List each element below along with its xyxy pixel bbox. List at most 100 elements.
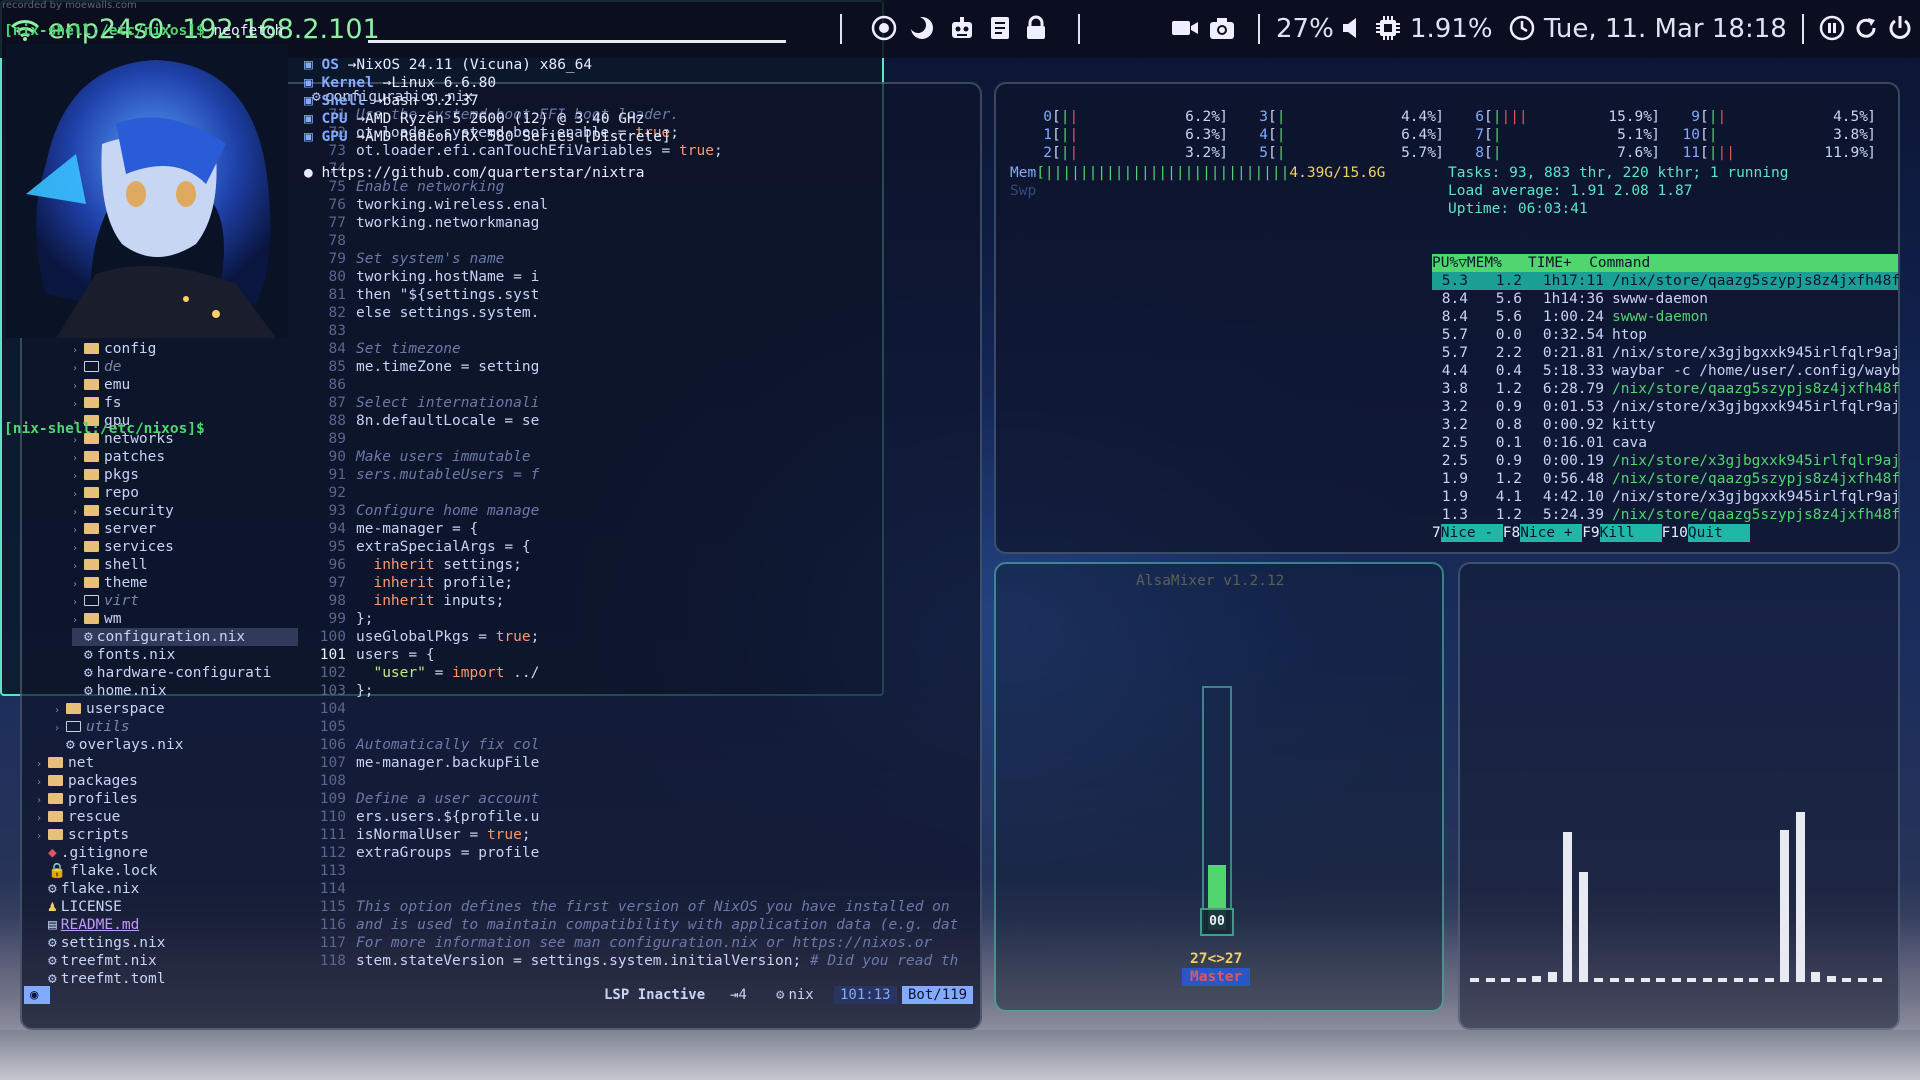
cpu-percent: 7.6% [1617, 145, 1652, 161]
cpu-meter: 8[| 7.6%] [1462, 144, 1660, 162]
sysinfo-key: OS [321, 57, 339, 73]
datetime-label[interactable]: Tue, 11. Mar 18:18 [1544, 14, 1787, 44]
sysinfo-row: ▣ CPU →AMD Ryzen 5 2600 (12) @ 3.40 GHz [304, 110, 645, 128]
tree-item[interactable]: › net [36, 754, 94, 772]
lock-icon[interactable] [1022, 14, 1050, 42]
alsamixer-window[interactable]: AlsaMixer v1.2.12 00 27<>27 Master [994, 562, 1444, 1012]
tree-item[interactable]: › scripts [36, 826, 129, 844]
record-icon[interactable] [870, 14, 898, 42]
prompt-line-2[interactable]: [nix-shell:/etc/nixos]$ [4, 420, 205, 438]
restart-icon[interactable] [1852, 14, 1880, 42]
line-number: 83 [328, 323, 346, 339]
process-row[interactable]: 3.2 0.8 0:00.92 kitty [1432, 416, 1898, 434]
process-row[interactable]: 3.8 1.2 6:28.79/nix/store/qaazg5szypjs8z4j… [1432, 380, 1900, 398]
process-row[interactable]: 3.2 0.9 0:01.53/nix/store/x3gjbgxxk945irlf… [1432, 398, 1900, 416]
tree-item[interactable]: › utils [54, 718, 130, 736]
git-file-icon: ◆ [48, 845, 57, 861]
indent-status: ⇥4 [730, 987, 747, 1003]
repo-link[interactable]: https://github.com/quarterstar/nixtra [321, 165, 644, 181]
tree-item-label: .gitignore [60, 845, 149, 861]
tree-item[interactable]: ›config [72, 340, 156, 358]
robot-icon[interactable] [948, 14, 976, 42]
tree-item[interactable]: ⚙ fonts.nix [72, 646, 175, 664]
tree-item[interactable]: ◆ .gitignore [36, 844, 148, 862]
process-row[interactable]: 1.9 4.1 4:42.10/nix/store/x3gjbgxxk945irlf… [1432, 488, 1900, 506]
tree-item-label: theme [104, 575, 148, 591]
tree-item[interactable]: › packages [36, 772, 138, 790]
cpu-bar: ||| [1708, 145, 1735, 161]
tree-item[interactable]: › emu [72, 376, 130, 394]
process-row[interactable]: 5.7 2.2 0:21.81/nix/store/x3gjbgxxk945irlf… [1432, 344, 1900, 362]
tree-item[interactable]: › services [72, 538, 174, 556]
code-line: 81 then "${settings.syst [306, 286, 982, 304]
tree-item[interactable]: ⚙ flake.nix [36, 880, 139, 898]
mute-indicator[interactable]: 00 [1200, 908, 1234, 936]
code-token: inherit [373, 557, 435, 573]
tree-item[interactable]: › fs [72, 394, 121, 412]
htop-window[interactable]: 0[|| 6.2%] 3[| 4.4%] 6[|||| 15.9%] 9[|| 4.5%] 1[… [994, 82, 1900, 554]
process-row[interactable]: 5.3 1.2 1h17:11/nix/store/qaazg5szypjs8z4j… [1432, 272, 1900, 290]
camera-video-icon[interactable] [1170, 14, 1198, 42]
channel-label[interactable]: Master [1182, 968, 1251, 986]
tree-item[interactable]: ⚙ configuration.nix [72, 628, 298, 646]
tree-item[interactable]: › patches [72, 448, 165, 466]
process-row[interactable]: 2.5 0.9 0:00.19/nix/store/x3gjbgxxk945irlf… [1432, 452, 1900, 470]
code-editor[interactable]: ⚙ configuration.nix 71 Use the systemd-boo… [306, 84, 982, 990]
fkey-action[interactable]: Nice + [1520, 524, 1583, 542]
tree-item[interactable]: › repo [72, 484, 139, 502]
tree-item[interactable]: ⚙ home.nix [72, 682, 167, 700]
volume-label[interactable]: 27% [1276, 14, 1334, 44]
fkey-action[interactable]: Kill [1599, 524, 1662, 542]
volume-slider-track[interactable] [1202, 686, 1232, 936]
tree-item[interactable]: ⚙ overlays.nix [54, 736, 184, 754]
screenshot-icon[interactable] [1208, 14, 1236, 42]
code-line: 88 8n.defaultLocale = se [306, 412, 982, 430]
tree-item[interactable]: › wm [72, 610, 121, 628]
notes-icon[interactable] [986, 14, 1014, 42]
cpu-id: 2 [1043, 145, 1052, 161]
theme-toggle-icon[interactable] [908, 14, 936, 42]
tree-item[interactable]: › profiles [36, 790, 138, 808]
tree-item[interactable]: › shell [72, 556, 148, 574]
tree-item[interactable]: › virt [72, 592, 139, 610]
tree-item[interactable]: › pkgs [72, 466, 139, 484]
process-row[interactable]: 8.4 5.6 1:00.24 swww-daemon [1432, 308, 1898, 326]
tree-item[interactable]: ⚙ settings.nix [36, 934, 166, 952]
cpu-id: 6 [1475, 109, 1484, 125]
tree-item-label: README.md [60, 917, 140, 933]
process-row[interactable]: 2.5 0.1 0:16.01 cava [1432, 434, 1898, 452]
tree-item[interactable]: ⚙ treefmt.nix [36, 952, 157, 970]
process-cpu: 8.4 [1441, 309, 1468, 325]
line-number: 111 [319, 827, 346, 843]
pause-icon[interactable] [1818, 14, 1846, 42]
speaker-icon[interactable] [1338, 14, 1366, 42]
code-line: 116 and is used to maintain compatibility… [306, 916, 982, 934]
fkey-action[interactable]: Quit [1687, 524, 1750, 542]
tree-item[interactable]: › security [72, 502, 174, 520]
process-row[interactable]: 5.7 0.0 0:32.54 htop [1432, 326, 1898, 344]
line-number: 110 [319, 809, 346, 825]
tree-item[interactable]: › de [72, 358, 121, 376]
process-row[interactable]: 4.4 0.4 5:18.33 waybar -c /home/user/.confi… [1432, 362, 1900, 380]
code-token: users = { [356, 647, 435, 663]
tree-item[interactable]: › server [72, 520, 156, 538]
folder-icon [84, 595, 99, 606]
tree-item[interactable]: › rescue [36, 808, 120, 826]
tree-item[interactable]: ⚙ hardware-configurati [72, 664, 271, 682]
tree-item[interactable]: 🔒 flake.lock [36, 862, 157, 880]
process-row[interactable]: 1.3 1.2 5:24.39/nix/store/qaazg5szypjs8z4j… [1432, 506, 1900, 524]
process-row[interactable]: 8.4 5.6 1h14:36 swww-daemon [1432, 290, 1898, 308]
tree-item[interactable]: ▤ README.md [36, 916, 139, 934]
line-number: 76 [328, 197, 346, 213]
code-line: 105 [306, 718, 982, 736]
line-number: 93 [328, 503, 346, 519]
line-number: 89 [328, 431, 346, 447]
power-icon[interactable] [1886, 14, 1914, 42]
tree-item[interactable]: › theme [72, 574, 148, 592]
process-row[interactable]: 1.9 1.2 0:56.48/nix/store/qaazg5szypjs8z4j… [1432, 470, 1900, 488]
cava-bar [1718, 978, 1727, 982]
tree-item[interactable]: › userspace [54, 700, 165, 718]
fkey-action[interactable]: Nice - [1440, 524, 1503, 542]
repo-link-line[interactable]: ● https://github.com/quarterstar/nixtra [304, 164, 644, 182]
tree-item[interactable]: ♟ LICENSE [36, 898, 122, 916]
